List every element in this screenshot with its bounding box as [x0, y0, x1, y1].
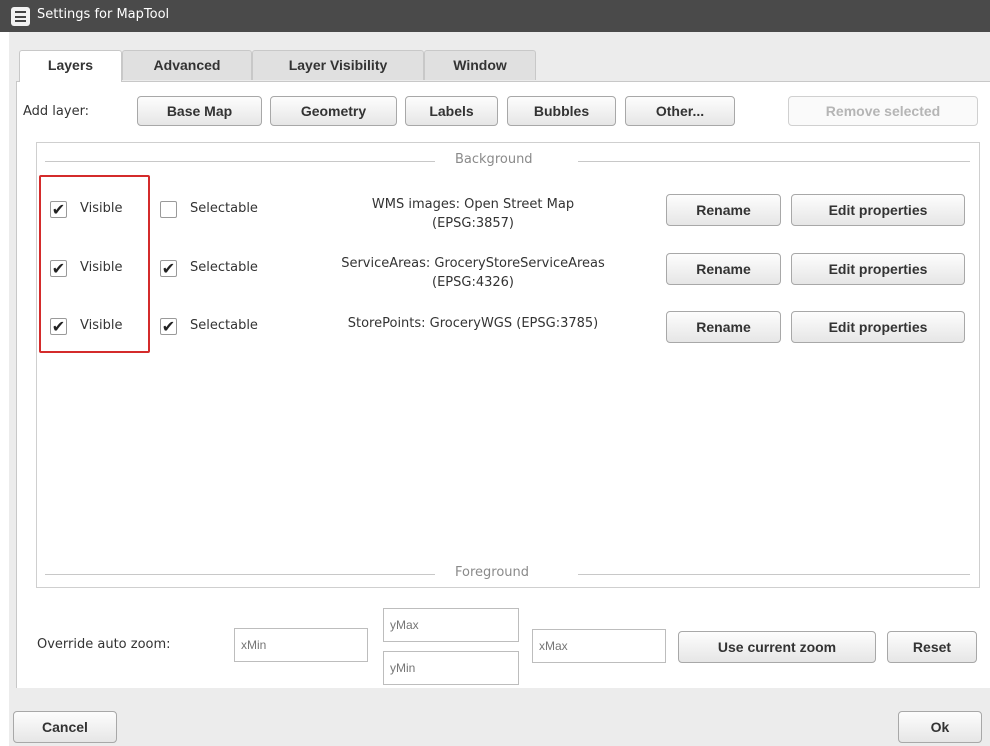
separator-line — [45, 161, 435, 162]
edit-properties-button[interactable]: Edit properties — [791, 253, 965, 285]
layer-name: WMS images: Open Street Map (EPSG:3857) — [298, 195, 648, 233]
selectable-label: Selectable — [190, 318, 258, 333]
layer-name: ServiceAreas: GroceryStoreServiceAreas (… — [298, 254, 648, 292]
layer-name: StorePoints: GroceryWGS (EPSG:3785) — [298, 314, 648, 333]
cancel-button[interactable]: Cancel — [13, 711, 117, 743]
edit-properties-button[interactable]: Edit properties — [791, 311, 965, 343]
tab-layer-visibility[interactable]: Layer Visibility — [252, 50, 424, 80]
add-base-map-button[interactable]: Base Map — [137, 96, 262, 126]
layer-name-line2: (EPSG:4326) — [432, 275, 514, 290]
window-title: Settings for MapTool — [37, 7, 170, 22]
separator-line — [578, 574, 970, 575]
layer-name-line1: StorePoints: GroceryWGS (EPSG:3785) — [347, 316, 599, 331]
ymin-input[interactable] — [383, 651, 519, 685]
tab-window[interactable]: Window — [424, 50, 536, 80]
remove-selected-button[interactable]: Remove selected — [788, 96, 978, 126]
override-zoom-label: Override auto zoom: — [37, 637, 171, 652]
xmax-input[interactable] — [532, 629, 666, 663]
use-current-zoom-button[interactable]: Use current zoom — [678, 631, 876, 663]
ymax-input[interactable] — [383, 608, 519, 642]
ok-button[interactable]: Ok — [898, 711, 982, 743]
add-other-button[interactable]: Other... — [625, 96, 735, 126]
edit-properties-button[interactable]: Edit properties — [791, 194, 965, 226]
tab-advanced[interactable]: Advanced — [122, 50, 252, 80]
selectable-checkbox[interactable] — [160, 201, 177, 218]
reset-button[interactable]: Reset — [887, 631, 977, 663]
background-separator-label: Background — [455, 152, 533, 167]
rename-button[interactable]: Rename — [666, 311, 781, 343]
title-bar: Settings for MapTool — [0, 0, 990, 32]
selectable-checkbox[interactable]: ✔ — [160, 318, 177, 335]
add-labels-button[interactable]: Labels — [405, 96, 498, 126]
menu-icon[interactable] — [11, 7, 30, 26]
tab-layers[interactable]: Layers — [19, 50, 122, 82]
layer-name-line1: ServiceAreas: GroceryStoreServiceAreas — [341, 256, 605, 271]
layer-name-line2: (EPSG:3857) — [432, 216, 514, 231]
add-bubbles-button[interactable]: Bubbles — [507, 96, 616, 126]
separator-line — [45, 574, 435, 575]
selectable-label: Selectable — [190, 201, 258, 216]
xmin-input[interactable] — [234, 628, 368, 662]
rename-button[interactable]: Rename — [666, 253, 781, 285]
separator-line — [578, 161, 970, 162]
foreground-separator-label: Foreground — [455, 565, 530, 580]
visible-column-highlight — [39, 175, 150, 353]
rename-button[interactable]: Rename — [666, 194, 781, 226]
layer-name-line1: WMS images: Open Street Map — [371, 197, 575, 212]
add-geometry-button[interactable]: Geometry — [270, 96, 397, 126]
selectable-label: Selectable — [190, 260, 258, 275]
selectable-checkbox[interactable]: ✔ — [160, 260, 177, 277]
add-layer-label: Add layer: — [23, 104, 90, 119]
